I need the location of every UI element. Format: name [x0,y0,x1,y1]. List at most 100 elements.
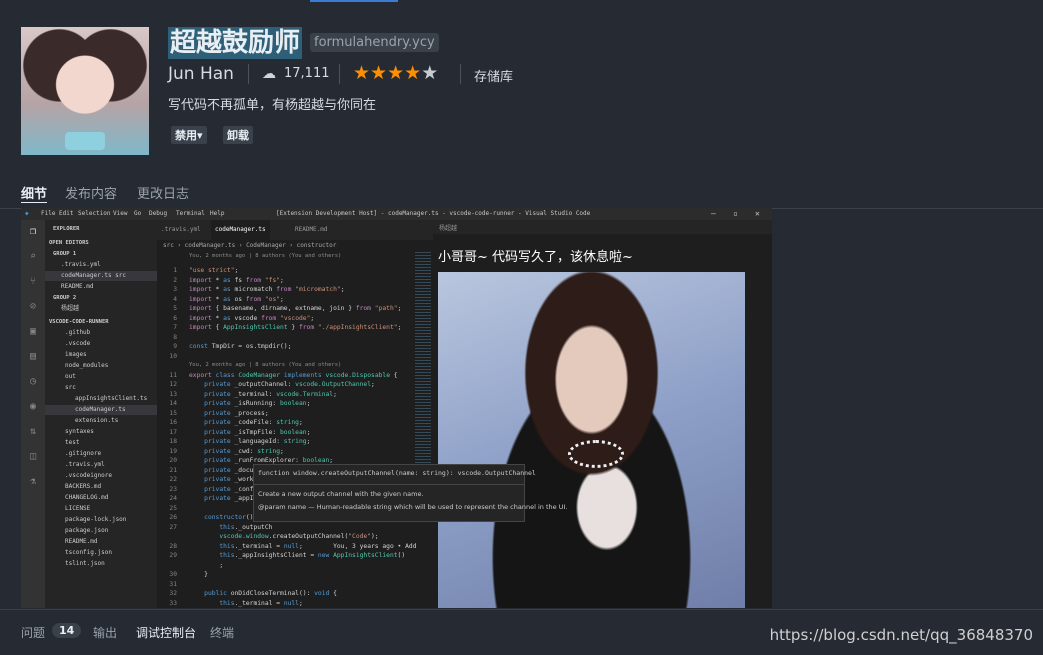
file-tree-item: .gitignore [65,450,102,457]
rating-stars[interactable]: ★★★★★ [353,62,438,84]
code-line: "use strict"; [189,267,239,274]
file-tree-item: package.json [65,527,109,534]
code-line: this._appInsightsClient = new AppInsight… [219,552,406,559]
line-number: 17 [169,428,177,436]
file-tree-item: .github [65,329,91,336]
tab-output[interactable]: 输出 [93,624,117,641]
code-line: private _cwd: string; [204,447,284,455]
tab-underline [21,202,47,203]
line-number: 19 [169,447,177,455]
timeline-icon: ◉ [29,401,37,412]
code-line: this._terminal = null; [219,599,303,607]
file-tree-item: README.md [65,538,98,545]
open-editors-header: OPEN EDITORS [49,240,89,246]
file-tree-item: CHANGELOG.md [65,494,109,501]
hover-tooltip: function window.createOutputChannel(name… [253,464,567,522]
disable-button[interactable]: 禁用▾ [171,126,207,144]
separator [248,64,249,84]
code-line: private _outputChannel: vscode.OutputCha… [204,381,375,388]
hover-signature: function window.createOutputChannel(name… [258,469,536,477]
code-line: private _process; [204,409,269,417]
file-tree-item: BACKERS.md [65,483,102,490]
code-line: private _isRunning: boolean; [204,400,311,407]
readme-screenshot: ◆ File Edit Selection View Go Debug Term… [21,208,772,608]
code-line: } [189,571,208,578]
line-number: 14 [169,400,177,407]
file-tree-item: tsconfig.json [65,549,112,556]
extension-icon [21,27,149,155]
history-icon: ◷ [29,376,37,387]
line-number: 11 [169,371,177,379]
file-tree-item: images [65,351,87,358]
separator [339,64,340,84]
file-tree-item: appInsightsClient.ts [75,395,148,402]
bottom-panel-bar: 问题 14 输出 调试控制台 终端 https://blog.csdn.net/… [0,609,1043,655]
hover-param: @param name — Human-readable string whic… [258,503,568,511]
explorer-title: EXPLORER [53,226,80,232]
line-number: 16 [169,419,177,426]
repository-link[interactable]: 存储库 [474,66,513,85]
file-tree-item: syntaxes [65,428,94,435]
publisher-name[interactable]: Jun Han [168,64,234,84]
menu-terminal: Terminal [176,210,205,217]
close-icon: ✕ [755,209,760,218]
line-number: 29 [169,552,177,559]
code-line: ; [189,561,224,569]
line-number: 31 [169,580,177,588]
line-number: 2 [173,276,177,284]
menu-help: Help [210,210,225,217]
menu-view: View [113,210,128,217]
file-tree-item: extension.ts [75,417,119,424]
line-number: 22 [169,476,177,483]
tab-changelog[interactable]: 更改日志 [137,183,189,202]
minimize-icon: – [711,209,716,218]
tab-details[interactable]: 细节 [21,183,47,202]
project-header: VSCODE-CODE-RUNNER [49,319,109,325]
code-line: import * as micromatch from "micromatch"… [189,286,345,293]
open-file: .travis.yml [61,261,101,268]
code-line: this._outputCh [219,523,273,531]
code-editor: .travis.yml codeManager.ts README.md src… [157,220,433,608]
activity-bar: ❐ ⌕ ⑂ ⊘ ▣ ▤ ◷ ◉ ⇅ ◫ ⚗ [21,220,45,608]
uninstall-button[interactable]: 卸载 [223,126,253,144]
tab-terminal[interactable]: 终端 [210,624,234,641]
flask-icon: ⚗ [29,476,37,487]
star-icon: ★ [370,62,388,84]
breadcrumb: src › codeManager.ts › CodeManager › con… [163,242,337,249]
line-number: 30 [169,571,177,578]
line-number: 27 [169,523,177,531]
code-line: private _languageId: string; [204,438,311,445]
tab-debug-console[interactable]: 调试控制台 [136,624,196,641]
group-2-header: GROUP 2 [53,295,77,301]
extensions-icon: ▣ [29,326,37,337]
explorer-view-icon: ▤ [29,351,37,362]
line-number: 9 [173,343,177,350]
code-line: import { basename, dirname, extname, joi… [189,305,402,312]
editor-tabs: .travis.yml codeManager.ts README.md [157,220,433,240]
search-icon: ⌕ [29,251,37,262]
portrait-image [438,272,745,608]
editor-tab: README.md [295,226,328,233]
line-number: 1 [173,267,177,274]
reminder-text: 小哥哥~ 代码写久了，该休息啦~ [438,250,633,265]
problems-count-badge: 14 [52,623,82,638]
editor-tab: .travis.yml [161,226,201,233]
extension-description: 写代码不再孤单，有杨超越与你同在 [168,98,377,113]
file-tree-item: tslint.json [65,560,105,567]
maximize-icon: ▫ [733,209,738,218]
cloud-download-icon: ☁ [262,66,276,82]
explorer-sidebar: EXPLORER OPEN EDITORS GROUP 1 .travis.ym… [45,220,157,608]
line-number: 24 [169,495,177,502]
line-number: 12 [169,381,177,388]
code-line: const TmpDir = os.tmpdir(); [189,343,292,350]
code-lens: You, 2 months ago | 8 authors (You and o… [189,253,342,259]
docker-icon: ◫ [29,451,37,462]
line-number: 20 [169,457,177,464]
line-number: 21 [169,466,177,474]
extension-name: 超越鼓励师 [168,27,303,59]
tab-contributions[interactable]: 发布内容 [65,183,117,202]
tab-problems[interactable]: 问题 [21,624,45,641]
line-number: 33 [169,599,177,607]
code-line: import * as fs from "fs"; [189,276,284,284]
code-line: private _isTmpFile: boolean; [204,428,311,436]
